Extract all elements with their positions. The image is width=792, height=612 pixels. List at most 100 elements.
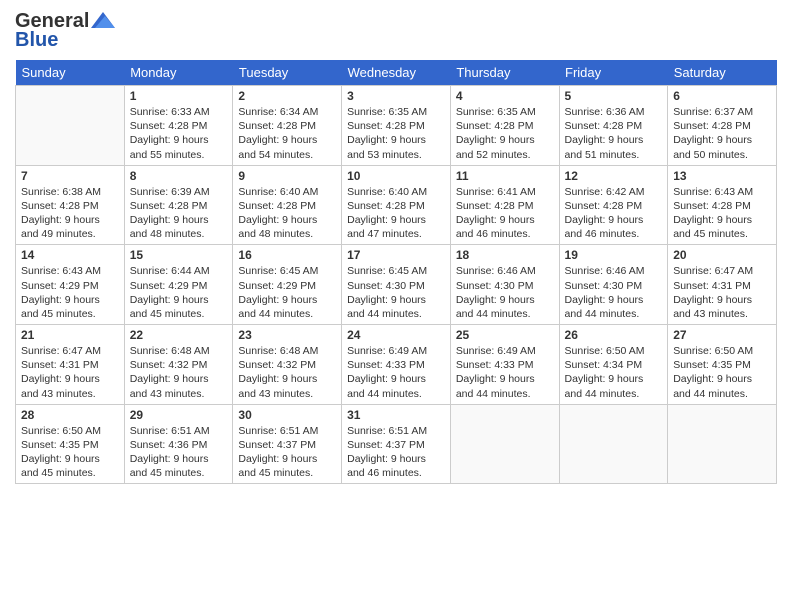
day-number: 10 [347,169,445,183]
day-info: Sunrise: 6:49 AMSunset: 4:33 PMDaylight:… [456,344,554,401]
day-number: 4 [456,89,554,103]
calendar-day-cell [450,404,559,484]
day-number: 21 [21,328,119,342]
day-info: Sunrise: 6:50 AMSunset: 4:35 PMDaylight:… [21,424,119,481]
day-info: Sunrise: 6:35 AMSunset: 4:28 PMDaylight:… [347,105,445,162]
weekday-header: Saturday [668,60,777,86]
calendar-day-cell: 19 Sunrise: 6:46 AMSunset: 4:30 PMDayligh… [559,245,668,325]
calendar-day-cell: 5 Sunrise: 6:36 AMSunset: 4:28 PMDaylight… [559,86,668,166]
logo: General Blue [15,10,115,52]
calendar-day-cell: 9 Sunrise: 6:40 AMSunset: 4:28 PMDaylight… [233,165,342,245]
day-number: 26 [565,328,663,342]
calendar-day-cell: 18Sunrise: 6:46 AMSunset: 4:30 PMDayligh… [450,245,559,325]
day-info: Sunrise: 6:39 AMSunset: 4:28 PMDaylight:… [130,185,228,242]
day-number: 3 [347,89,445,103]
day-number: 16 [238,248,336,262]
day-info: Sunrise: 6:48 AMSunset: 4:32 PMDaylight:… [130,344,228,401]
logo-blue-text: Blue [15,29,58,52]
calendar-day-cell: 11Sunrise: 6:41 AMSunset: 4:28 PMDayligh… [450,165,559,245]
calendar-day-cell: 31 Sunrise: 6:51 AMSunset: 4:37 PMDayligh… [342,404,451,484]
day-number: 28 [21,408,119,422]
day-info: Sunrise: 6:42 AMSunset: 4:28 PMDaylight:… [565,185,663,242]
page-header: General Blue [15,10,777,52]
day-number: 11 [456,169,554,183]
weekday-header: Tuesday [233,60,342,86]
calendar-day-cell: 29Sunrise: 6:51 AMSunset: 4:36 PMDayligh… [124,404,233,484]
calendar-table: SundayMondayTuesdayWednesdayThursdayFrid… [15,60,777,484]
day-number: 8 [130,169,228,183]
day-number: 5 [565,89,663,103]
weekday-header: Thursday [450,60,559,86]
day-info: Sunrise: 6:51 AMSunset: 4:37 PMDaylight:… [347,424,445,481]
day-number: 2 [238,89,336,103]
calendar-day-cell: 13Sunrise: 6:43 AMSunset: 4:28 PMDayligh… [668,165,777,245]
day-info: Sunrise: 6:40 AMSunset: 4:28 PMDaylight:… [238,185,336,242]
day-info: Sunrise: 6:38 AMSunset: 4:28 PMDaylight:… [21,185,119,242]
calendar-day-cell: 22 Sunrise: 6:48 AMSunset: 4:32 PMDayligh… [124,325,233,405]
calendar-day-cell [16,86,125,166]
day-number: 12 [565,169,663,183]
calendar-day-cell: 21 Sunrise: 6:47 AMSunset: 4:31 PMDayligh… [16,325,125,405]
day-number: 22 [130,328,228,342]
calendar-day-cell: 12 Sunrise: 6:42 AMSunset: 4:28 PMDayligh… [559,165,668,245]
day-info: Sunrise: 6:36 AMSunset: 4:28 PMDaylight:… [565,105,663,162]
day-info: Sunrise: 6:33 AMSunset: 4:28 PMDaylight:… [130,105,228,162]
day-info: Sunrise: 6:48 AMSunset: 4:32 PMDaylight:… [238,344,336,401]
calendar-day-cell: 23 Sunrise: 6:48 AMSunset: 4:32 PMDayligh… [233,325,342,405]
day-number: 9 [238,169,336,183]
weekday-header: Wednesday [342,60,451,86]
calendar-day-cell: 24 Sunrise: 6:49 AMSunset: 4:33 PMDayligh… [342,325,451,405]
weekday-header: Sunday [16,60,125,86]
day-info: Sunrise: 6:46 AMSunset: 4:30 PMDaylight:… [456,264,554,321]
day-info: Sunrise: 6:43 AMSunset: 4:29 PMDaylight:… [21,264,119,321]
calendar-week-row: 14 Sunrise: 6:43 AMSunset: 4:29 PMDayligh… [16,245,777,325]
day-info: Sunrise: 6:40 AMSunset: 4:28 PMDaylight:… [347,185,445,242]
logo-icon [91,10,115,30]
day-number: 31 [347,408,445,422]
day-info: Sunrise: 6:51 AMSunset: 4:36 PMDaylight:… [130,424,228,481]
calendar-day-cell: 10 Sunrise: 6:40 AMSunset: 4:28 PMDayligh… [342,165,451,245]
day-number: 27 [673,328,771,342]
calendar-day-cell: 6 Sunrise: 6:37 AMSunset: 4:28 PMDaylight… [668,86,777,166]
calendar-week-row: 21 Sunrise: 6:47 AMSunset: 4:31 PMDayligh… [16,325,777,405]
day-info: Sunrise: 6:46 AMSunset: 4:30 PMDaylight:… [565,264,663,321]
day-info: Sunrise: 6:45 AMSunset: 4:30 PMDaylight:… [347,264,445,321]
day-info: Sunrise: 6:43 AMSunset: 4:28 PMDaylight:… [673,185,771,242]
day-number: 15 [130,248,228,262]
day-info: Sunrise: 6:45 AMSunset: 4:29 PMDaylight:… [238,264,336,321]
calendar-week-row: 28 Sunrise: 6:50 AMSunset: 4:35 PMDayligh… [16,404,777,484]
day-info: Sunrise: 6:44 AMSunset: 4:29 PMDaylight:… [130,264,228,321]
calendar-week-row: 1 Sunrise: 6:33 AMSunset: 4:28 PMDaylight… [16,86,777,166]
calendar-day-cell: 25 Sunrise: 6:49 AMSunset: 4:33 PMDayligh… [450,325,559,405]
day-number: 23 [238,328,336,342]
calendar-day-cell: 30 Sunrise: 6:51 AMSunset: 4:37 PMDayligh… [233,404,342,484]
day-number: 30 [238,408,336,422]
day-number: 6 [673,89,771,103]
day-number: 19 [565,248,663,262]
calendar-week-row: 7Sunrise: 6:38 AMSunset: 4:28 PMDaylight… [16,165,777,245]
day-number: 14 [21,248,119,262]
day-number: 24 [347,328,445,342]
calendar-day-cell: 20 Sunrise: 6:47 AMSunset: 4:31 PMDayligh… [668,245,777,325]
calendar-day-cell: 28 Sunrise: 6:50 AMSunset: 4:35 PMDayligh… [16,404,125,484]
day-info: Sunrise: 6:34 AMSunset: 4:28 PMDaylight:… [238,105,336,162]
day-number: 1 [130,89,228,103]
day-info: Sunrise: 6:50 AMSunset: 4:35 PMDaylight:… [673,344,771,401]
calendar-day-cell: 1 Sunrise: 6:33 AMSunset: 4:28 PMDaylight… [124,86,233,166]
calendar-day-cell: 15 Sunrise: 6:44 AMSunset: 4:29 PMDayligh… [124,245,233,325]
day-info: Sunrise: 6:47 AMSunset: 4:31 PMDaylight:… [21,344,119,401]
calendar-day-cell: 27 Sunrise: 6:50 AMSunset: 4:35 PMDayligh… [668,325,777,405]
day-info: Sunrise: 6:51 AMSunset: 4:37 PMDaylight:… [238,424,336,481]
day-number: 17 [347,248,445,262]
day-number: 25 [456,328,554,342]
day-info: Sunrise: 6:50 AMSunset: 4:34 PMDaylight:… [565,344,663,401]
calendar-day-cell: 3 Sunrise: 6:35 AMSunset: 4:28 PMDaylight… [342,86,451,166]
page-container: General Blue SundayMondayTuesdayWednesda… [0,0,792,494]
weekday-header: Friday [559,60,668,86]
day-info: Sunrise: 6:47 AMSunset: 4:31 PMDaylight:… [673,264,771,321]
day-info: Sunrise: 6:35 AMSunset: 4:28 PMDaylight:… [456,105,554,162]
calendar-day-cell: 17 Sunrise: 6:45 AMSunset: 4:30 PMDayligh… [342,245,451,325]
day-info: Sunrise: 6:37 AMSunset: 4:28 PMDaylight:… [673,105,771,162]
day-number: 20 [673,248,771,262]
day-info: Sunrise: 6:49 AMSunset: 4:33 PMDaylight:… [347,344,445,401]
